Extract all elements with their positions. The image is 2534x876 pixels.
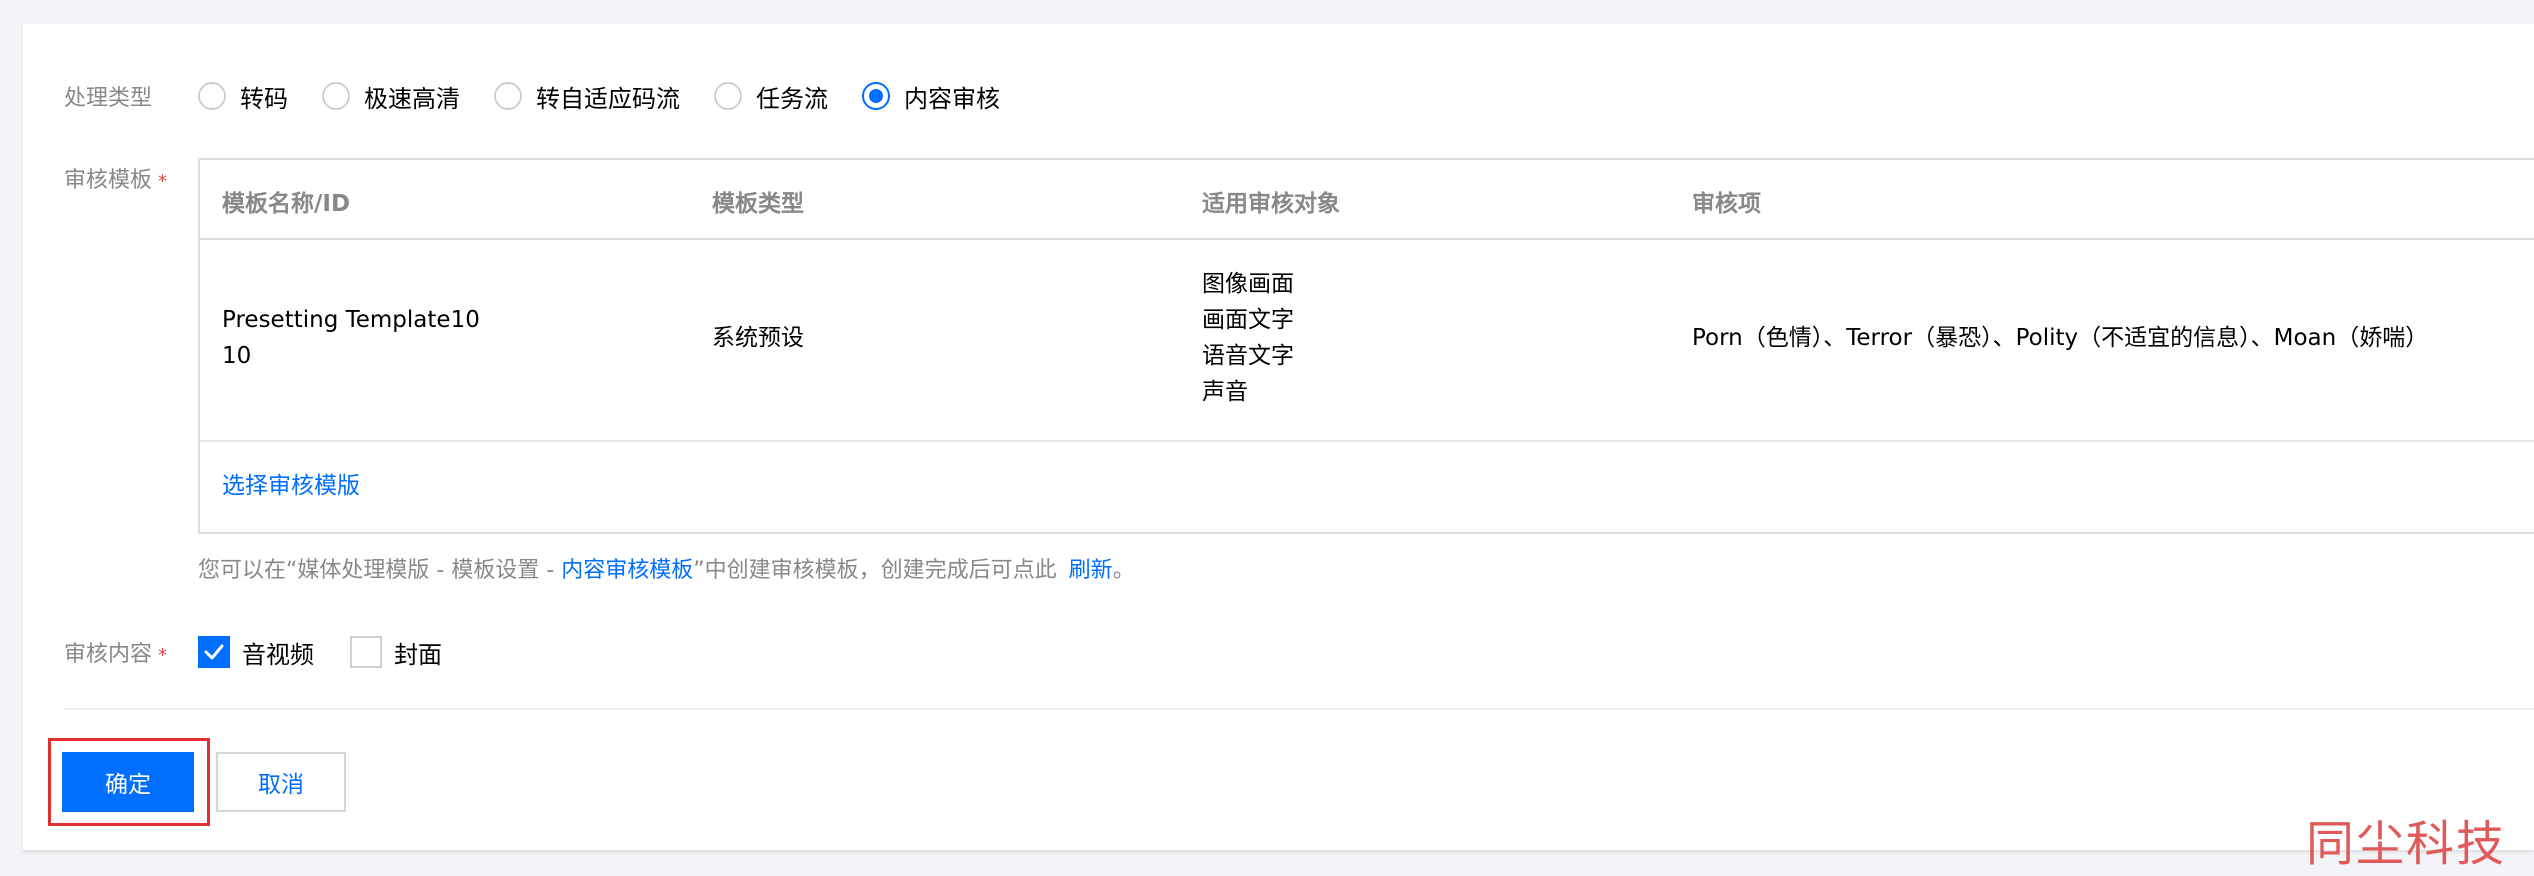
cell-template-name: Presetting Template10 10 (222, 302, 480, 374)
checkbox-cover[interactable]: 封面 (350, 635, 442, 670)
hint-middle: ”中创建审核模板，创建完成后可点此 (693, 558, 1057, 583)
review-template-label-text: 审核模板 (64, 168, 153, 193)
radio-circle[interactable] (322, 82, 350, 110)
review-object: 图像画面 (1202, 271, 1294, 297)
radio-label: 内容审核 (904, 84, 1000, 113)
radio-adaptive-stream[interactable]: 转自适应码流 (494, 79, 680, 114)
review-object: 画面文字 (1202, 307, 1294, 333)
review-object: 语音文字 (1202, 343, 1294, 369)
review-template-table: 模板名称/ID 模板类型 适用审核对象 审核项 Presetting Templ… (198, 158, 2534, 534)
column-header-objects: 适用审核对象 (1202, 191, 1340, 217)
checkmark-icon (204, 644, 224, 660)
radio-circle[interactable] (198, 82, 226, 110)
template-name-line1: Presetting Template10 (222, 307, 480, 333)
template-hint: 您可以在“媒体处理模版 - 模板设置 - 内容审核模板”中创建审核模板，创建完成… (198, 552, 1135, 584)
confirm-button[interactable]: 确定 (62, 752, 194, 812)
watermark: 同尘科技 (2306, 816, 2507, 872)
radio-label: 极速高清 (364, 84, 460, 113)
cell-template-type: 系统预设 (712, 325, 804, 351)
radio-transcode[interactable]: 转码 (198, 79, 288, 114)
required-mark: * (158, 171, 168, 192)
review-content-checkbox-group: 音视频 封面 (198, 632, 478, 672)
refresh-link[interactable]: 刷新 (1069, 558, 1113, 583)
column-header-type: 模板类型 (712, 191, 804, 217)
hint-suffix: 。 (1112, 558, 1135, 583)
content-review-template-link[interactable]: 内容审核模板 (561, 558, 693, 583)
cell-review-items: Porn（色情）、Terror（暴恐）、Polity（不适宜的信息）、Moan（… (1692, 325, 2429, 351)
checkbox-label: 音视频 (242, 640, 314, 669)
divider (64, 708, 2534, 710)
checkbox-audio-video[interactable]: 音视频 (198, 635, 314, 670)
radio-fast-hd[interactable]: 极速高清 (322, 79, 460, 114)
review-template-label: 审核模板 * (64, 162, 167, 194)
checkbox-label: 封面 (394, 640, 442, 669)
table-row: Presetting Template10 10 系统预设 图像画面 画面文字 … (200, 240, 2534, 442)
hint-prefix: 您可以在“媒体处理模版 - 模板设置 - (198, 558, 562, 583)
checkbox-box-checked[interactable] (198, 636, 230, 668)
radio-circle[interactable] (494, 82, 522, 110)
radio-label: 转码 (240, 84, 288, 113)
cancel-button[interactable]: 取消 (216, 752, 346, 812)
cell-review-objects: 图像画面 画面文字 语音文字 声音 (1202, 266, 1294, 410)
radio-label: 转自适应码流 (536, 84, 680, 113)
process-type-label: 处理类型 (64, 80, 152, 112)
process-type-radio-group: 转码 极速高清 转自适应码流 任务流 内容审核 (198, 76, 1034, 116)
required-mark: * (158, 645, 168, 666)
column-header-name: 模板名称/ID (222, 191, 351, 217)
radio-content-review[interactable]: 内容审核 (862, 79, 1000, 114)
radio-task-flow[interactable]: 任务流 (714, 79, 828, 114)
radio-circle-selected[interactable] (862, 82, 890, 110)
review-content-label: 审核内容 * (64, 636, 167, 668)
table-header: 模板名称/ID 模板类型 适用审核对象 审核项 (200, 160, 2534, 240)
radio-circle[interactable] (714, 82, 742, 110)
template-name-line2: 10 (222, 343, 252, 369)
radio-label: 任务流 (756, 84, 828, 113)
review-object: 声音 (1202, 379, 1248, 405)
select-template-link[interactable]: 选择审核模版 (222, 466, 360, 500)
column-header-items: 审核项 (1692, 191, 1761, 217)
process-type-label-text: 处理类型 (64, 86, 153, 111)
review-content-label-text: 审核内容 (64, 642, 153, 667)
checkbox-box[interactable] (350, 636, 382, 668)
